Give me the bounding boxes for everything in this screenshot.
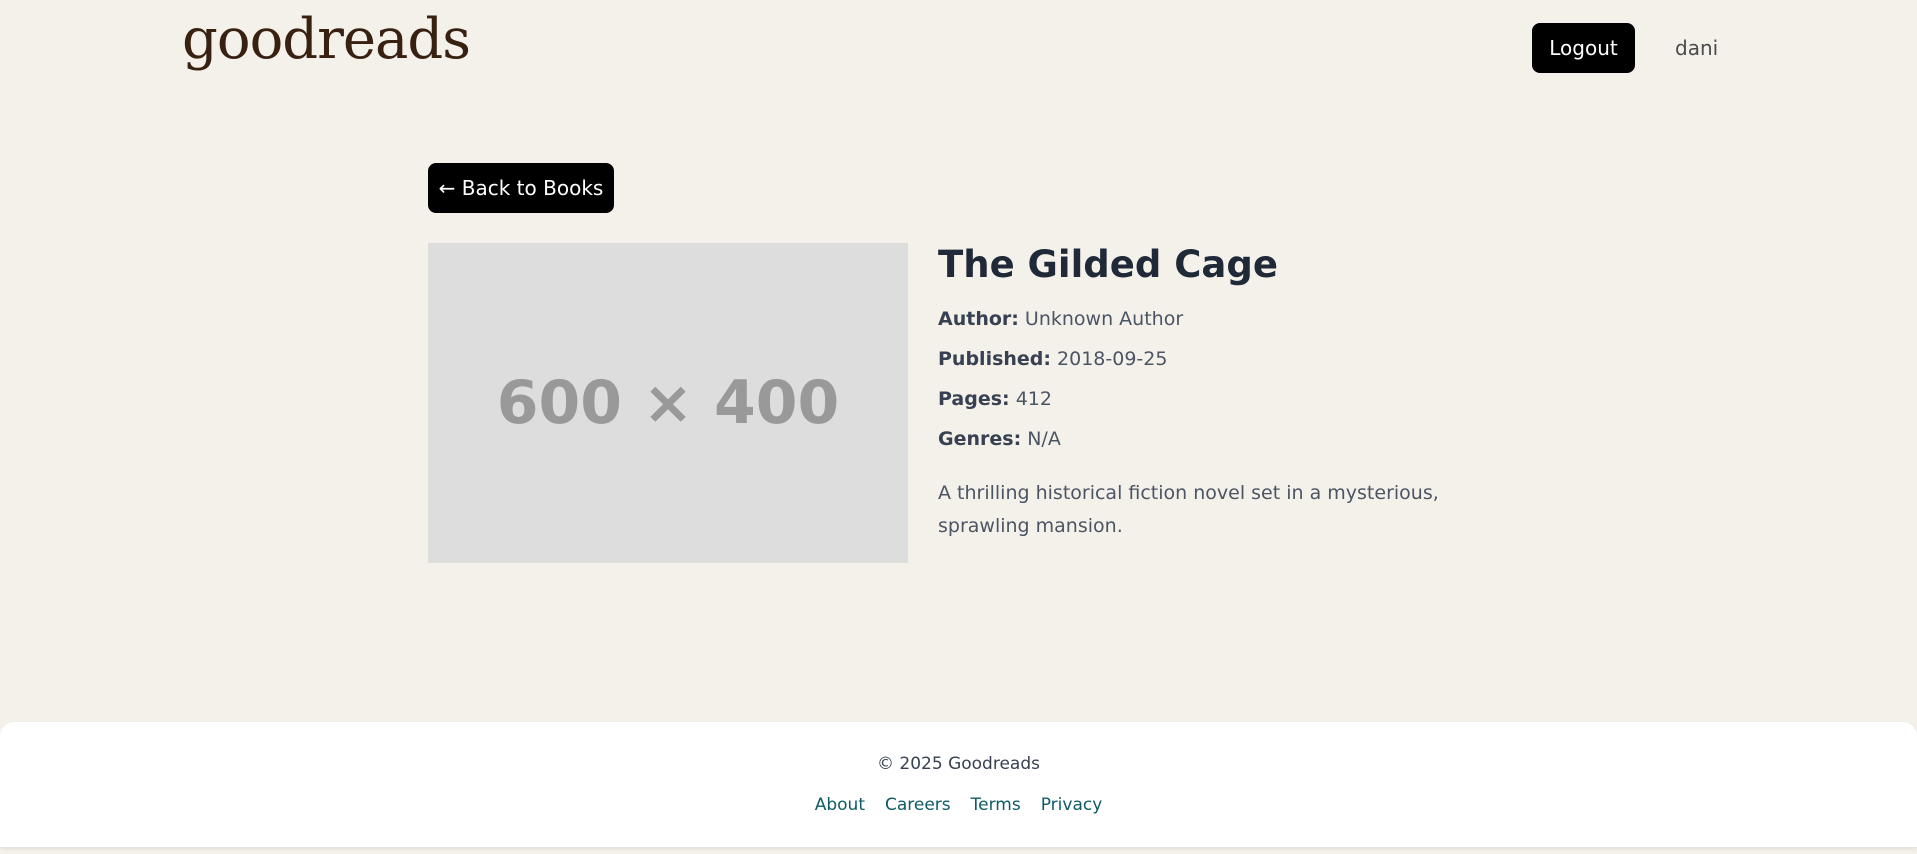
book-details: The Gilded Cage Author: Unknown Author P… [938, 243, 1518, 543]
footer-links: About Careers Terms Privacy [0, 795, 1917, 815]
published-value: 2018-09-25 [1057, 348, 1168, 371]
book-description: A thrilling historical fiction novel set… [938, 482, 1439, 538]
author-value: Unknown Author [1024, 308, 1184, 331]
book-cover-image: 600 × 400 [428, 243, 908, 563]
site-header: goodreads Logout dani [0, 0, 1917, 100]
pages-line: Pages: 412 [938, 379, 1518, 419]
footer-link-about[interactable]: About [815, 795, 865, 815]
pages-value: 412 [1015, 388, 1052, 411]
genres-line: Genres: N/A [938, 419, 1518, 459]
footer-link-careers[interactable]: Careers [885, 795, 951, 815]
cover-placeholder-text: 600 × 400 [496, 368, 840, 438]
genres-label: Genres: [938, 428, 1022, 451]
footer-link-terms[interactable]: Terms [971, 795, 1021, 815]
published-label: Published: [938, 348, 1051, 371]
footer-link-privacy[interactable]: Privacy [1041, 795, 1103, 815]
username[interactable]: dani [1675, 36, 1718, 60]
logout-button[interactable]: Logout [1532, 23, 1635, 73]
book-title: The Gilded Cage [938, 243, 1278, 286]
back-to-books-button[interactable]: ← Back to Books [428, 163, 614, 213]
pages-label: Pages: [938, 388, 1010, 411]
copyright-text: © 2025 Goodreads [877, 754, 1040, 774]
goodreads-logo[interactable]: goodreads [182, 12, 471, 68]
genres-value: N/A [1027, 428, 1061, 451]
site-footer: © 2025 Goodreads About Careers Terms Pri… [0, 722, 1917, 847]
published-line: Published: 2018-09-25 [938, 339, 1518, 379]
author-label: Author: [938, 308, 1019, 331]
author-line: Author: Unknown Author [938, 299, 1518, 339]
